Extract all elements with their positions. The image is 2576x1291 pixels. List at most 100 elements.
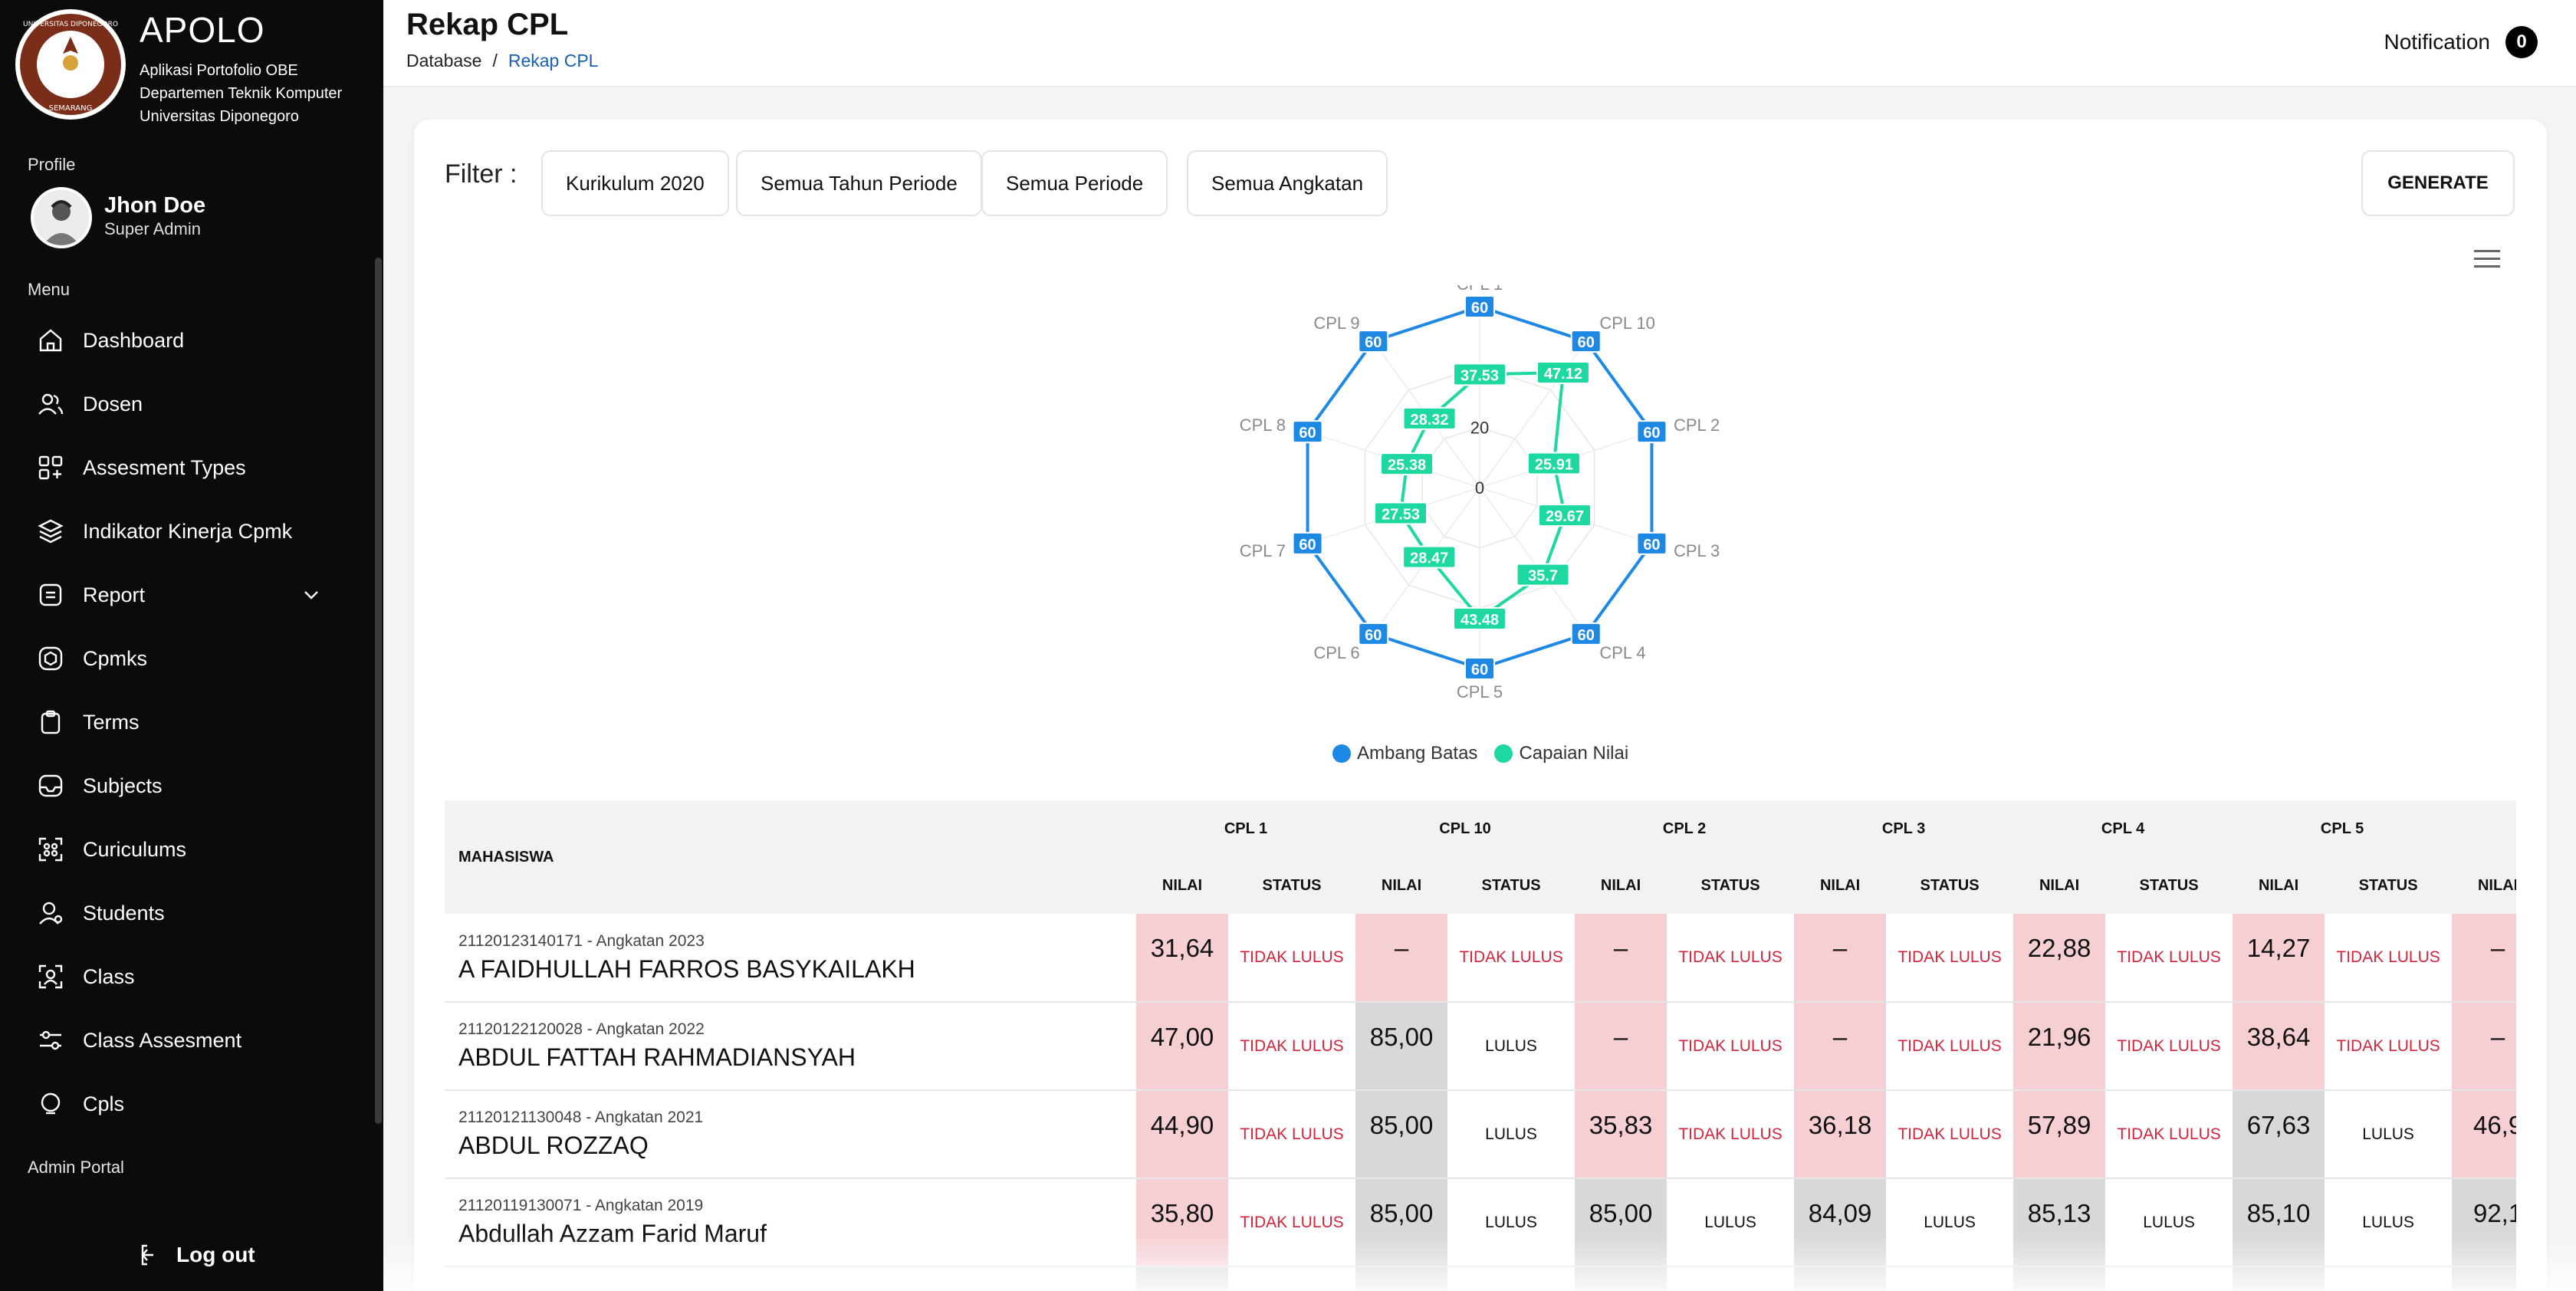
status-cell <box>1447 1266 1576 1291</box>
data-label: 29.67 <box>1546 508 1584 525</box>
col-nilai: NILAI <box>1575 857 1668 914</box>
rekap-table-container[interactable]: MAHASISWA CPL 1 CPL 10 CPL 2 CPL 3 CPL 4… <box>445 800 2516 1291</box>
legend-capaian[interactable]: Capaian Nilai <box>1494 743 1628 764</box>
nilai-cell <box>2452 1266 2516 1291</box>
legend-dot-icon <box>1332 744 1351 763</box>
category-label: CPL 9 <box>1313 314 1359 333</box>
table-row[interactable]: 21120123140171 - Angkatan 2023 A FAIDHULL… <box>445 914 2516 1003</box>
col-group-cpl: CPL 5 <box>2233 800 2453 857</box>
sidebar-item-curiculums[interactable]: Curiculums <box>35 828 334 871</box>
sidebar-item-label: Class Assesment <box>83 1028 242 1052</box>
scan-icon <box>35 834 66 865</box>
notification-button[interactable]: Notification 0 <box>2384 26 2538 58</box>
nilai-cell: – <box>1575 1002 1668 1091</box>
sidebar-item-dashboard[interactable]: Dashboard <box>35 319 334 362</box>
sidebar-item-cpls[interactable]: Cpls <box>35 1082 334 1125</box>
sidebar-item-dosen[interactable]: Dosen <box>35 383 334 425</box>
main-card: Filter : Kurikulum 2020 Semua Tahun Peri… <box>414 120 2547 1291</box>
sidebar-item-indikator[interactable]: Indikator Kinerja Cpmk <box>35 510 334 553</box>
student-name: ABDUL ROZZAQ <box>458 1132 649 1159</box>
chart-legend: Ambang Batas Capaian Nilai <box>1332 743 1645 764</box>
profile-card[interactable]: Jhon Doe Super Admin <box>31 187 368 251</box>
data-label: 35.7 <box>1528 568 1558 585</box>
profile-name: Jhon Doe <box>104 193 206 218</box>
status-cell: LULUS <box>1447 1178 1576 1267</box>
sliders-icon <box>35 1025 66 1056</box>
notification-label: Notification <box>2384 30 2490 54</box>
col-status: STATUS <box>1886 857 2014 914</box>
student-id: 21120123140171 - Angkatan 2023 <box>458 931 705 950</box>
filter-kurikulum[interactable]: Kurikulum 2020 <box>541 150 729 216</box>
table-row[interactable]: 21120121130048 - Angkatan 2021 ABDUL ROZZ… <box>445 1090 2516 1179</box>
sidebar-item-label: Terms <box>83 710 140 734</box>
status-cell: LULUS <box>1447 1002 1576 1091</box>
data-label: 60 <box>1471 300 1488 317</box>
data-label: 60 <box>1299 537 1316 554</box>
status-cell <box>1886 1266 2014 1291</box>
student-id: 21120121130048 - Angkatan 2021 <box>458 1109 704 1126</box>
inbox-icon <box>35 770 66 801</box>
sidebar-item-report[interactable]: Report <box>35 573 334 616</box>
table-row[interactable]: 21120119130071 - Angkatan 2019 Abdullah A… <box>445 1178 2516 1267</box>
category-label: CPL 10 <box>1599 314 1655 333</box>
legend-dot-icon <box>1494 744 1513 763</box>
home-icon <box>35 325 66 356</box>
sidebar-item-label: Assesment Types <box>83 455 246 479</box>
table-row[interactable]: 21120122120028 - Angkatan 2022 ABDUL FATT… <box>445 1002 2516 1091</box>
table-row[interactable]: 21120120130042 - Angkatan 2020 <box>445 1266 2516 1291</box>
clipboard-icon <box>35 707 66 737</box>
breadcrumb-database[interactable]: Database <box>406 51 481 71</box>
category-label: CPL 5 <box>1457 682 1503 701</box>
profile-role: Super Admin <box>104 219 201 238</box>
sidebar-item-class-assesment[interactable]: Class Assesment <box>35 1019 334 1062</box>
data-label: 60 <box>1578 334 1595 351</box>
chevron-down-icon[interactable] <box>301 584 322 609</box>
sidebar-item-subjects[interactable]: Subjects <box>35 764 334 807</box>
sidebar-item-class[interactable]: Class <box>35 955 334 998</box>
layers-icon <box>35 516 66 547</box>
filter-periode[interactable]: Semua Periode <box>981 150 1168 216</box>
student-cell: 21120119130071 - Angkatan 2019 Abdullah A… <box>445 1178 1136 1267</box>
nilai-cell: 85,13 <box>2013 1178 2106 1267</box>
status-cell: LULUS <box>2325 1178 2453 1267</box>
sidebar-item-students[interactable]: Students <box>35 892 334 935</box>
sidebar-scrollbar[interactable] <box>375 258 382 1124</box>
col-nilai: NILAI <box>2452 857 2516 914</box>
nilai-cell: 22,88 <box>2013 914 2106 1003</box>
sidebar-item-assesment-types[interactable]: Assesment Types <box>35 446 334 489</box>
nilai-cell: 57,89 <box>2013 1090 2106 1179</box>
legend-label: Capaian Nilai <box>1519 743 1629 764</box>
sidebar-item-cpmks[interactable]: Cpmks <box>35 637 334 680</box>
logo-bottom-text: SEMARANG <box>49 104 93 113</box>
brand: UNIVERSITAS DIPONEGORO SEMARANG APOLO Ap… <box>14 8 374 125</box>
menu-section-label: Menu <box>28 280 71 299</box>
status-cell: LULUS <box>2325 1090 2453 1179</box>
col-mahasiswa: MAHASISWA <box>445 800 1136 914</box>
chart-menu-icon[interactable] <box>2474 250 2500 270</box>
col-group-cpl: CPL 2 <box>1575 800 1795 857</box>
sidebar-item-terms[interactable]: Terms <box>35 701 334 744</box>
col-group-cpl: CPL 10 <box>1355 800 1576 857</box>
nilai-cell <box>2013 1266 2106 1291</box>
data-label: 25.38 <box>1388 457 1426 474</box>
data-label: 28.47 <box>1410 550 1448 567</box>
logout-button[interactable]: Log out <box>136 1237 255 1273</box>
generate-button[interactable]: GENERATE <box>2361 150 2515 216</box>
brand-name: APOLO <box>140 10 265 50</box>
data-label: 60 <box>1471 662 1488 678</box>
legend-ambang[interactable]: Ambang Batas <box>1332 743 1477 764</box>
filter-angkatan[interactable]: Semua Angkatan <box>1187 150 1388 216</box>
brand-line: Aplikasi Portofolio OBE <box>140 62 298 79</box>
student-id: 21120122120028 - Angkatan 2022 <box>458 1020 705 1038</box>
student-cell: 21120120130042 - Angkatan 2020 <box>445 1266 1136 1291</box>
filter-tahun-periode[interactable]: Semua Tahun Periode <box>736 150 982 216</box>
sidebar-item-label: Cpls <box>83 1092 125 1115</box>
nilai-cell: 35,80 <box>1136 1178 1228 1267</box>
status-cell: TIDAK LULUS <box>2325 1002 2453 1091</box>
status-cell: TIDAK LULUS <box>1228 914 1356 1003</box>
breadcrumb-current[interactable]: Rekap CPL <box>508 51 599 71</box>
nilai-cell <box>1355 1266 1448 1291</box>
nilai-cell <box>1794 1266 1887 1291</box>
col-nilai: NILAI <box>2233 857 2325 914</box>
top-bar: Rekap CPL Database / Rekap CPL Notificatio… <box>383 0 2576 87</box>
